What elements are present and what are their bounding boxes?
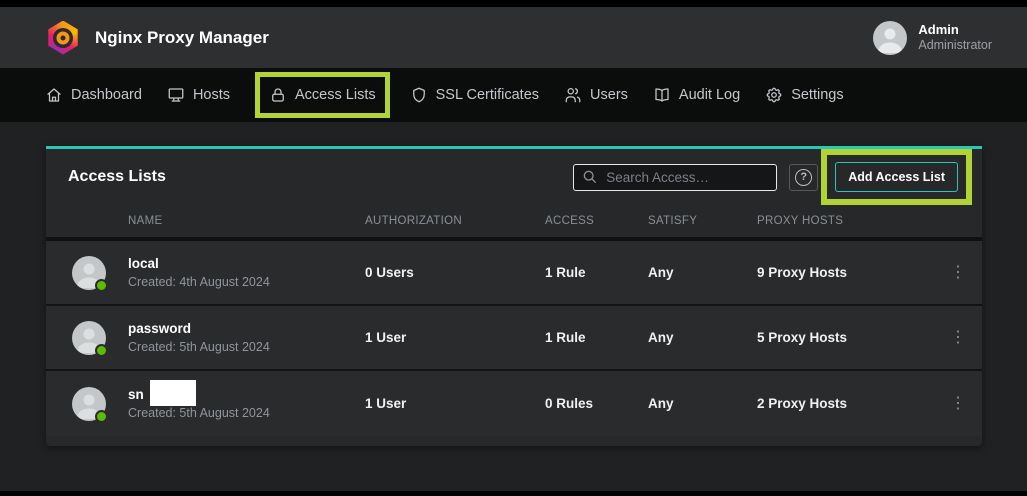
nav-item-dashboard[interactable]: Dashboard xyxy=(45,86,142,104)
created-date: Created: 4th August 2024 xyxy=(128,274,365,292)
column-header-name: NAME xyxy=(128,215,365,227)
app-logo-icon xyxy=(47,21,79,55)
row-menu-icon[interactable]: ⋮ xyxy=(948,330,968,346)
nav-label: Access Lists xyxy=(295,87,376,103)
authorization-cell: 1 User xyxy=(365,330,545,345)
access-lists-panel: Access Lists ? Add Access List NAME AUTH… xyxy=(46,146,982,446)
table-row[interactable]: sn Created: 5th August 2024 1 User 0 Rul… xyxy=(46,371,982,436)
monitor-icon xyxy=(167,86,185,104)
nav-label: Audit Log xyxy=(679,87,740,103)
proxy-hosts-cell: 9 Proxy Hosts xyxy=(757,265,948,280)
table-row[interactable]: local Created: 4th August 2024 0 Users 1… xyxy=(46,241,982,306)
app-header: Nginx Proxy Manager Admin Administrator xyxy=(0,7,1027,68)
column-header-authorization: AUTHORIZATION xyxy=(365,215,545,227)
page-title: Access Lists xyxy=(68,168,166,186)
nav-item-settings[interactable]: Settings xyxy=(765,86,843,104)
add-access-list-button[interactable]: Add Access List xyxy=(835,162,958,192)
created-date: Created: 5th August 2024 xyxy=(128,339,365,357)
gear-icon xyxy=(765,86,783,104)
column-header-proxy-hosts: PROXY HOSTS xyxy=(757,215,948,227)
highlight-box-access-lists: Access Lists xyxy=(255,72,390,118)
column-header-satisfy: SATISFY xyxy=(648,215,757,227)
access-cell: 0 Rules xyxy=(545,396,648,411)
satisfy-cell: Any xyxy=(648,265,757,280)
window-edge-bottom xyxy=(0,491,1027,496)
created-date: Created: 5th August 2024 xyxy=(128,405,365,423)
search-icon xyxy=(582,169,598,185)
table-header-row: NAME AUTHORIZATION ACCESS SATISFY PROXY … xyxy=(46,205,982,241)
authorization-cell: 0 Users xyxy=(365,265,545,280)
status-dot xyxy=(95,279,108,292)
book-icon xyxy=(653,86,671,104)
search-input[interactable] xyxy=(606,170,768,185)
row-avatar xyxy=(72,321,106,355)
user-name: Admin xyxy=(918,22,992,38)
nav-label: Hosts xyxy=(193,87,230,103)
row-avatar xyxy=(72,256,106,290)
panel-header: Access Lists ? Add Access List xyxy=(46,149,982,205)
nav-label: Users xyxy=(590,87,628,103)
status-dot xyxy=(95,344,108,357)
row-menu-icon[interactable]: ⋮ xyxy=(948,396,968,412)
user-role: Administrator xyxy=(918,38,992,54)
nav-item-access-lists[interactable]: Access Lists xyxy=(269,86,376,104)
nav-item-hosts[interactable]: Hosts xyxy=(167,86,230,104)
access-list-name: sn xyxy=(128,387,144,402)
nav-label: Dashboard xyxy=(71,87,142,103)
access-list-name: password xyxy=(128,319,365,339)
window-edge-top xyxy=(0,0,1027,7)
access-cell: 1 Rule xyxy=(545,265,648,280)
proxy-hosts-cell: 2 Proxy Hosts xyxy=(757,396,948,411)
highlight-box-add-access-list: Add Access List xyxy=(821,149,972,205)
app-title: Nginx Proxy Manager xyxy=(95,28,269,48)
row-avatar xyxy=(72,387,106,421)
satisfy-cell: Any xyxy=(648,330,757,345)
column-header-access: ACCESS xyxy=(545,215,648,227)
help-icon: ? xyxy=(795,169,812,186)
status-dot xyxy=(95,410,108,423)
proxy-hosts-cell: 5 Proxy Hosts xyxy=(757,330,948,345)
search-box xyxy=(573,164,777,191)
redaction-box xyxy=(150,380,196,406)
home-icon xyxy=(45,86,63,104)
nav-item-ssl-certificates[interactable]: SSL Certificates xyxy=(410,86,539,104)
user-menu[interactable]: Admin Administrator xyxy=(873,21,992,55)
nav-item-audit-log[interactable]: Audit Log xyxy=(653,86,740,104)
shield-icon xyxy=(410,86,428,104)
satisfy-cell: Any xyxy=(648,396,757,411)
nav-label: SSL Certificates xyxy=(436,87,539,103)
table-row[interactable]: password Created: 5th August 2024 1 User… xyxy=(46,306,982,371)
row-menu-icon[interactable]: ⋮ xyxy=(948,265,968,281)
nav-item-users[interactable]: Users xyxy=(564,86,628,104)
user-avatar xyxy=(873,21,907,55)
authorization-cell: 1 User xyxy=(365,396,545,411)
access-cell: 1 Rule xyxy=(545,330,648,345)
nav-label: Settings xyxy=(791,87,843,103)
users-icon xyxy=(564,86,582,104)
lock-icon xyxy=(269,86,287,104)
access-list-name: local xyxy=(128,254,365,274)
main-nav: Dashboard Hosts Access Lists SSL Certifi… xyxy=(0,68,1027,122)
help-button[interactable]: ? xyxy=(789,164,818,191)
